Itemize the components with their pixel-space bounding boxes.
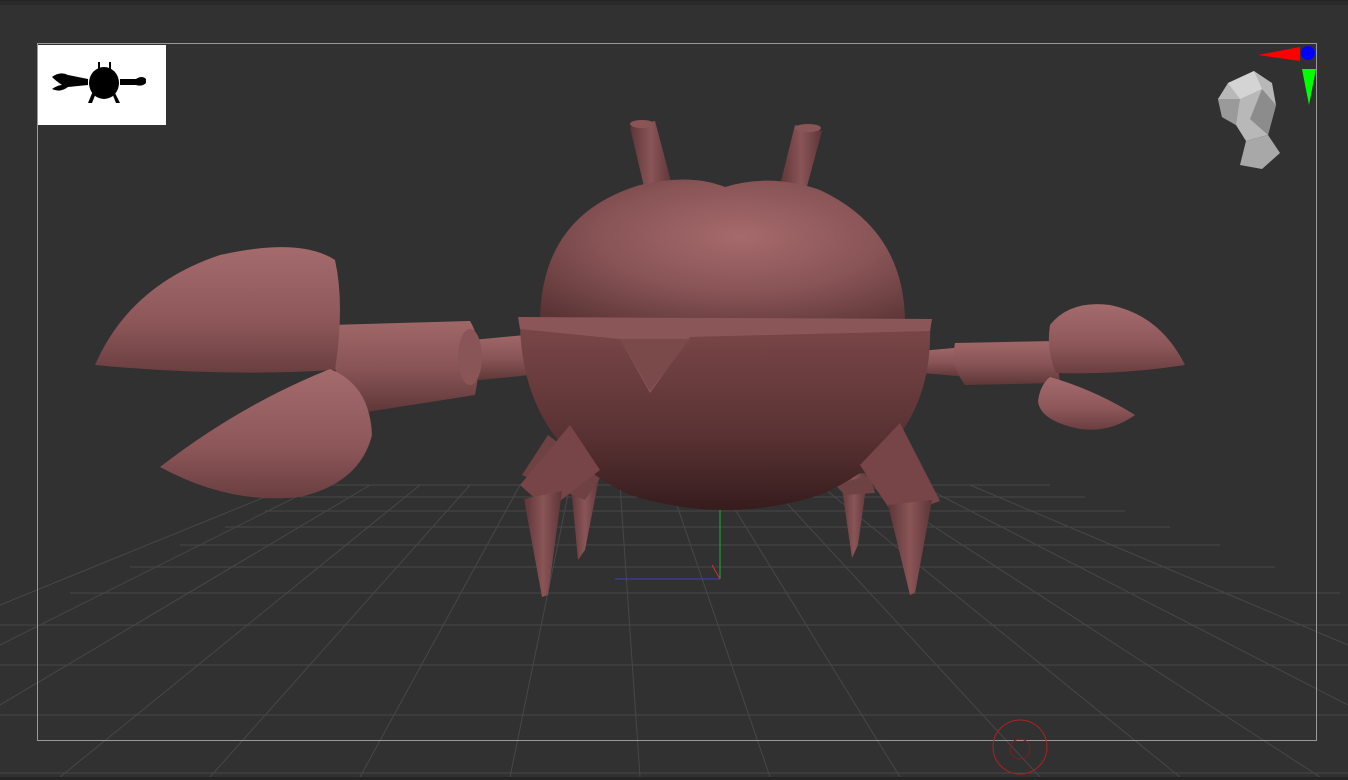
floor-gizmo-icon <box>992 719 1048 775</box>
zbrush-app <box>0 0 1348 780</box>
x-axis-arrow <box>1258 47 1300 61</box>
claw-left-lower <box>160 369 372 499</box>
navigation-widget[interactable] <box>1206 43 1322 173</box>
head-orientation-icon <box>1218 46 1316 169</box>
claw-left-upper <box>95 247 340 373</box>
claw-right-lower <box>1038 377 1135 430</box>
axis-gizmo <box>615 505 721 580</box>
floor-gizmo[interactable] <box>988 717 1052 777</box>
antenna-right <box>780 124 822 190</box>
antenna-left <box>630 120 672 191</box>
scene-3d[interactable] <box>0 5 1348 777</box>
head-bust <box>1218 71 1280 169</box>
floor-grid <box>0 484 1348 777</box>
crab-model[interactable] <box>95 120 1185 597</box>
z-axis-dot <box>1301 46 1315 60</box>
viewport-canvas[interactable] <box>0 5 1348 777</box>
claw-right-upper <box>1048 304 1185 374</box>
crab-silhouette-icon <box>52 62 146 103</box>
y-axis-arrow <box>1302 69 1316 105</box>
thumbnail-view[interactable] <box>38 45 166 125</box>
arm-right <box>920 341 1060 385</box>
shell-dome <box>540 179 905 323</box>
